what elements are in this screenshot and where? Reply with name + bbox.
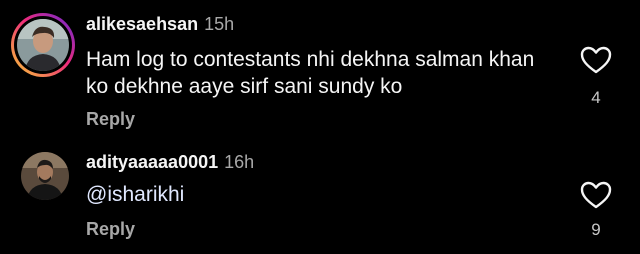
comment-item: adityaaaaa0001 16h @isharikhi Reply 9 (0, 140, 640, 254)
heart-outline-icon[interactable] (580, 46, 612, 74)
avatar-image (17, 19, 69, 71)
like-count: 9 (591, 220, 601, 239)
username[interactable]: alikesaehsan (86, 14, 198, 34)
comment-text: @isharikhi (86, 181, 551, 208)
avatar[interactable] (17, 19, 69, 71)
heart-outline-icon[interactable] (580, 181, 612, 209)
comment-item: alikesaehsan 15h Ham log to contestants n… (0, 0, 640, 140)
avatar-image (21, 152, 69, 200)
reply-button[interactable]: Reply (86, 219, 135, 240)
comment-meta: alikesaehsan 15h (86, 14, 234, 35)
comment-text: Ham log to contestants nhi dekhna salman… (86, 48, 535, 98)
reply-button[interactable]: Reply (86, 109, 135, 130)
timestamp: 16h (224, 152, 255, 172)
like-count: 4 (591, 88, 601, 107)
avatar[interactable] (21, 152, 69, 200)
mention-link[interactable]: @isharikhi (86, 183, 184, 206)
comment-meta: adityaaaaa0001 16h (86, 152, 254, 173)
username[interactable]: adityaaaaa0001 (86, 152, 218, 172)
timestamp: 15h (204, 14, 235, 34)
